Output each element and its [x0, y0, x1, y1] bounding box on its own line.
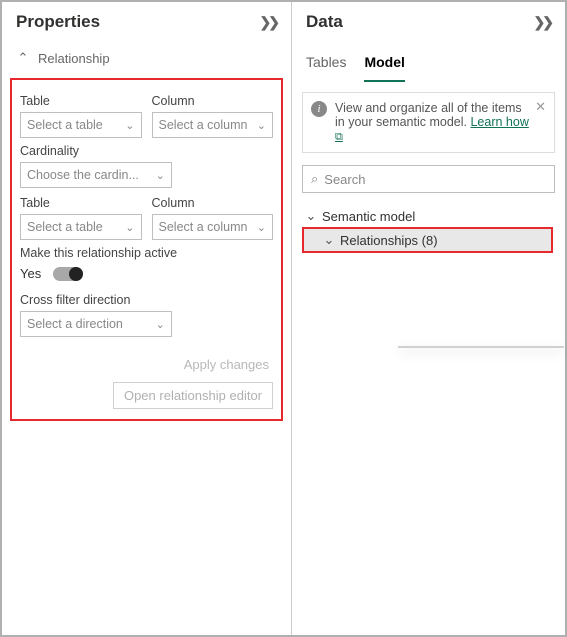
chevron-down-icon: ⌄: [257, 119, 266, 132]
info-banner: i View and organize all of the items in …: [302, 92, 555, 153]
data-title: Data: [306, 12, 343, 32]
collapse-properties-icon[interactable]: ❯❯: [260, 14, 277, 31]
tab-model[interactable]: Model: [364, 46, 404, 82]
chevron-down-icon: ⌄: [156, 169, 165, 182]
relationship-section-header[interactable]: ⌃ Relationship: [2, 42, 291, 74]
tree-relationships[interactable]: ⌄ Relationships (8): [304, 229, 551, 251]
table-select-2-placeholder: Select a table: [27, 220, 103, 234]
cross-filter-select[interactable]: Select a direction ⌄: [20, 311, 172, 337]
column-select-2[interactable]: Select a column ⌄: [152, 214, 274, 240]
relationship-section-title: Relationship: [38, 51, 110, 66]
table-select-1-placeholder: Select a table: [27, 118, 103, 132]
table-select-2[interactable]: Select a table ⌄: [20, 214, 142, 240]
table-label-2: Table: [20, 196, 142, 210]
tab-tables[interactable]: Tables: [306, 46, 346, 82]
column-label-1: Column: [152, 94, 274, 108]
column-select-1-placeholder: Select a column: [159, 118, 248, 132]
external-link-icon: ⧉: [335, 131, 343, 143]
chevron-up-icon: ⌃: [16, 50, 30, 66]
tree-relationships-label: Relationships (8): [340, 233, 438, 248]
collapse-data-icon[interactable]: ❯❯: [534, 14, 551, 31]
close-info-icon[interactable]: ✕: [535, 99, 546, 115]
model-tree: ⌄ Semantic model ⌄ Relationships (8): [292, 201, 565, 253]
column-select-1[interactable]: Select a column ⌄: [152, 112, 274, 138]
cross-filter-placeholder: Select a direction: [27, 317, 123, 331]
column-label-2: Column: [152, 196, 274, 210]
table-select-1[interactable]: Select a table ⌄: [20, 112, 142, 138]
chevron-down-icon: ⌄: [156, 318, 165, 331]
apply-changes-button[interactable]: Apply changes: [180, 355, 273, 374]
properties-panel: Properties ❯❯ ⌃ Relationship Table Selec…: [2, 2, 292, 635]
relationship-form-highlight: Table Select a table ⌄ Column Select a c…: [10, 78, 283, 421]
relationships-context-menu: [398, 346, 564, 348]
cardinality-placeholder: Choose the cardin...: [27, 168, 139, 182]
properties-title: Properties: [16, 12, 100, 32]
active-value: Yes: [20, 266, 41, 281]
tree-root[interactable]: ⌄ Semantic model: [302, 205, 559, 227]
caret-down-icon: ⌄: [304, 208, 318, 224]
chevron-down-icon: ⌄: [125, 221, 134, 234]
column-select-2-placeholder: Select a column: [159, 220, 248, 234]
cross-filter-label: Cross filter direction: [20, 293, 273, 307]
chevron-down-icon: ⌄: [257, 221, 266, 234]
caret-down-icon: ⌄: [322, 232, 336, 248]
cardinality-select[interactable]: Choose the cardin... ⌄: [20, 162, 172, 188]
table-label-1: Table: [20, 94, 142, 108]
info-icon: i: [311, 101, 327, 117]
open-relationship-editor-button[interactable]: Open relationship editor: [113, 382, 273, 409]
search-placeholder: Search: [324, 172, 365, 187]
data-panel: Data ❯❯ Tables Model i View and organize…: [292, 2, 565, 635]
tree-root-label: Semantic model: [322, 209, 415, 224]
active-toggle[interactable]: [53, 267, 83, 281]
search-input[interactable]: ⌕ Search: [302, 165, 555, 193]
properties-header: Properties ❯❯: [2, 2, 291, 42]
chevron-down-icon: ⌄: [125, 119, 134, 132]
data-tabs: Tables Model: [292, 42, 565, 82]
data-header: Data ❯❯: [292, 2, 565, 42]
cardinality-label: Cardinality: [20, 144, 273, 158]
search-icon: ⌕: [311, 171, 318, 187]
active-label: Make this relationship active: [20, 246, 273, 260]
